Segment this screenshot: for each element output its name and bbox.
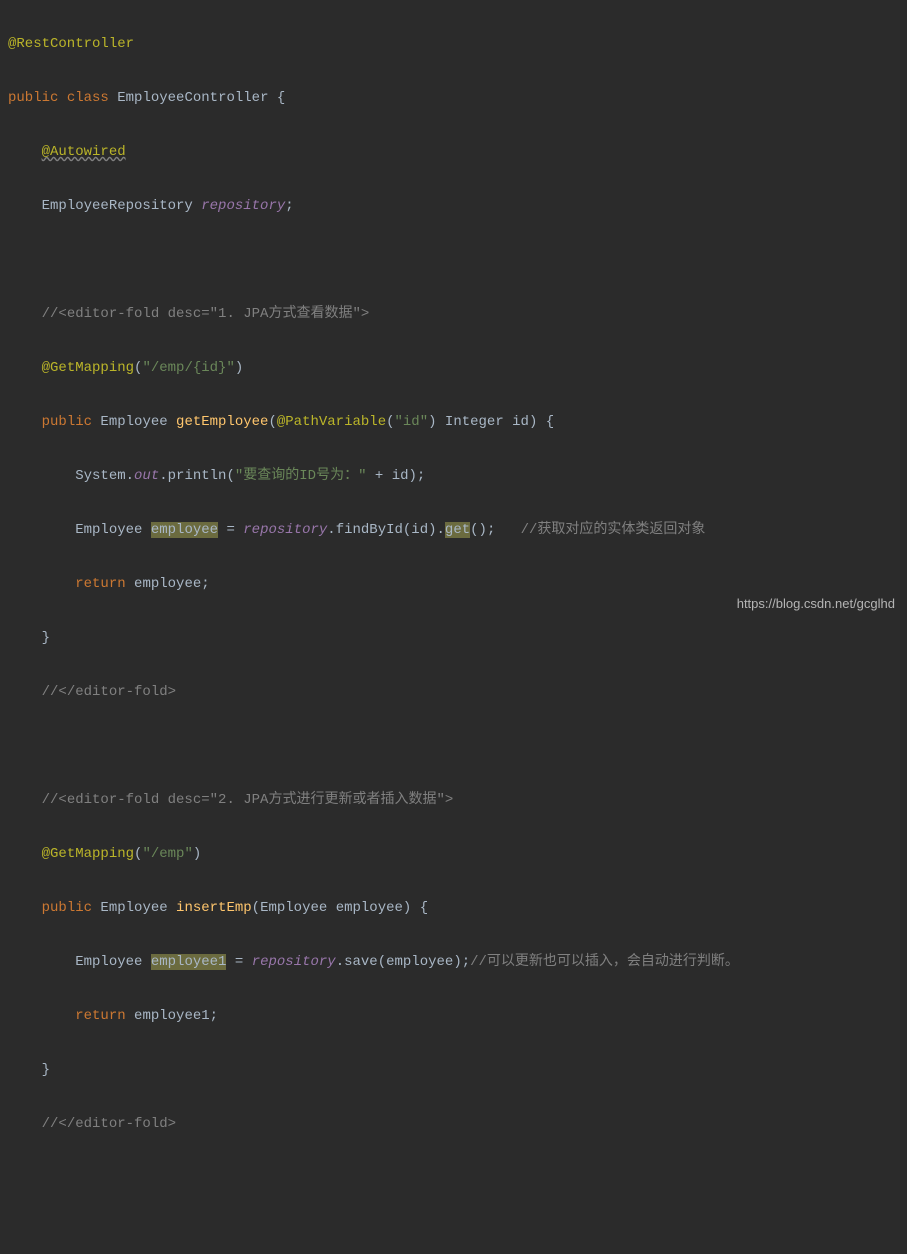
type-name: EmployeeRepository xyxy=(42,198,202,214)
editor-fold-comment: //<editor-fold desc="1. JPA方式查看数据"> xyxy=(42,306,370,322)
string-literal: "要查询的ID号为：" xyxy=(235,468,367,484)
return-type: Employee xyxy=(92,414,176,430)
code-line: public Employee getEmployee(@PathVariabl… xyxy=(8,409,907,436)
code-line: //</editor-fold> xyxy=(8,1111,907,1138)
param-type: Integer xyxy=(437,414,513,430)
code-line-blank xyxy=(8,1165,907,1192)
code-line: } xyxy=(8,625,907,652)
field-repository: repository xyxy=(243,522,327,538)
findbyid-call: .findById(id). xyxy=(327,522,445,538)
watermark: https://blog.csdn.net/gcglhd xyxy=(737,590,895,617)
paren: ) xyxy=(193,846,201,862)
equals: = xyxy=(226,954,251,970)
return-var: employee; xyxy=(126,576,210,592)
keyword-public: public xyxy=(42,900,92,916)
paren: ) xyxy=(428,414,436,430)
code-line: @GetMapping("/emp/{id}") xyxy=(8,355,907,382)
code-line: @GetMapping("/emp") xyxy=(8,841,907,868)
inline-comment: //可以更新也可以插入，会自动进行判断。 xyxy=(470,954,739,970)
concat: + id); xyxy=(366,468,425,484)
var-employee1: employee1 xyxy=(151,954,227,970)
code-line: } xyxy=(8,1057,907,1084)
code-line: @RestController xyxy=(8,31,907,58)
out-field: out xyxy=(134,468,159,484)
keyword-return: return xyxy=(75,1008,125,1024)
get-call: get xyxy=(445,522,470,538)
keyword-class: class xyxy=(67,90,109,106)
code-editor[interactable]: @RestController public class EmployeeCon… xyxy=(0,0,907,1254)
paren: ( xyxy=(386,414,394,430)
paren: ( xyxy=(134,846,142,862)
semicolon: ; xyxy=(285,198,293,214)
annotation-getmapping: @GetMapping xyxy=(42,846,134,862)
system: System. xyxy=(75,468,134,484)
tail: (); xyxy=(470,522,495,538)
code-line-blank xyxy=(8,247,907,274)
code-line: Employee employee1 = repository.save(emp… xyxy=(8,949,907,976)
annotation-pathvariable: @PathVariable xyxy=(277,414,386,430)
field-repository: repository xyxy=(252,954,336,970)
code-line: return employee1; xyxy=(8,1003,907,1030)
type-name: Employee xyxy=(75,954,151,970)
param-type: Employee xyxy=(260,900,336,916)
brace: { xyxy=(411,900,428,916)
var-employee: employee xyxy=(151,522,218,538)
editor-fold-close-comment: //</editor-fold> xyxy=(42,1116,176,1132)
paren: ) xyxy=(403,900,411,916)
string-literal: "id" xyxy=(395,414,429,430)
code-line: //</editor-fold> xyxy=(8,679,907,706)
class-name: EmployeeController xyxy=(117,90,268,106)
println-call: .println( xyxy=(159,468,235,484)
annotation-getmapping: @GetMapping xyxy=(42,360,134,376)
string-literal: "/emp" xyxy=(142,846,192,862)
method-getemployee: getEmployee xyxy=(176,414,268,430)
save-call: .save(employee); xyxy=(336,954,470,970)
param-employee: employee xyxy=(336,900,403,916)
brace: } xyxy=(42,1062,50,1078)
paren: ( xyxy=(268,414,276,430)
return-var: employee1; xyxy=(126,1008,218,1024)
editor-fold-comment: //<editor-fold desc="2. JPA方式进行更新或者插入数据"… xyxy=(42,792,454,808)
code-line: Employee employee = repository.findById(… xyxy=(8,517,907,544)
code-line: //<editor-fold desc="1. JPA方式查看数据"> xyxy=(8,301,907,328)
equals: = xyxy=(218,522,243,538)
paren: ) xyxy=(235,360,243,376)
keyword-public: public xyxy=(42,414,92,430)
type-name: Employee xyxy=(75,522,151,538)
field-repository: repository xyxy=(201,198,285,214)
paren: ( xyxy=(252,900,260,916)
return-type: Employee xyxy=(92,900,176,916)
brace: } xyxy=(42,630,50,646)
code-line-blank xyxy=(8,1219,907,1246)
editor-fold-close-comment: //</editor-fold> xyxy=(42,684,176,700)
string-literal: "/emp/{id}" xyxy=(142,360,234,376)
brace: { xyxy=(268,90,285,106)
code-line: System.out.println("要查询的ID号为：" + id); xyxy=(8,463,907,490)
code-line: EmployeeRepository repository; xyxy=(8,193,907,220)
keyword-public: public xyxy=(8,90,58,106)
inline-comment: //获取对应的实体类返回对象 xyxy=(495,522,705,538)
code-line: public class EmployeeController { xyxy=(8,85,907,112)
method-insertemp: insertEmp xyxy=(176,900,252,916)
code-line-blank xyxy=(8,733,907,760)
brace: { xyxy=(537,414,554,430)
annotation-restcontroller: @RestController xyxy=(8,36,134,52)
annotation-autowired: @Autowired xyxy=(42,144,126,160)
code-line: public Employee insertEmp(Employee emplo… xyxy=(8,895,907,922)
param-id: id xyxy=(512,414,529,430)
code-line: //<editor-fold desc="2. JPA方式进行更新或者插入数据"… xyxy=(8,787,907,814)
keyword-return: return xyxy=(75,576,125,592)
code-line: @Autowired xyxy=(8,139,907,166)
